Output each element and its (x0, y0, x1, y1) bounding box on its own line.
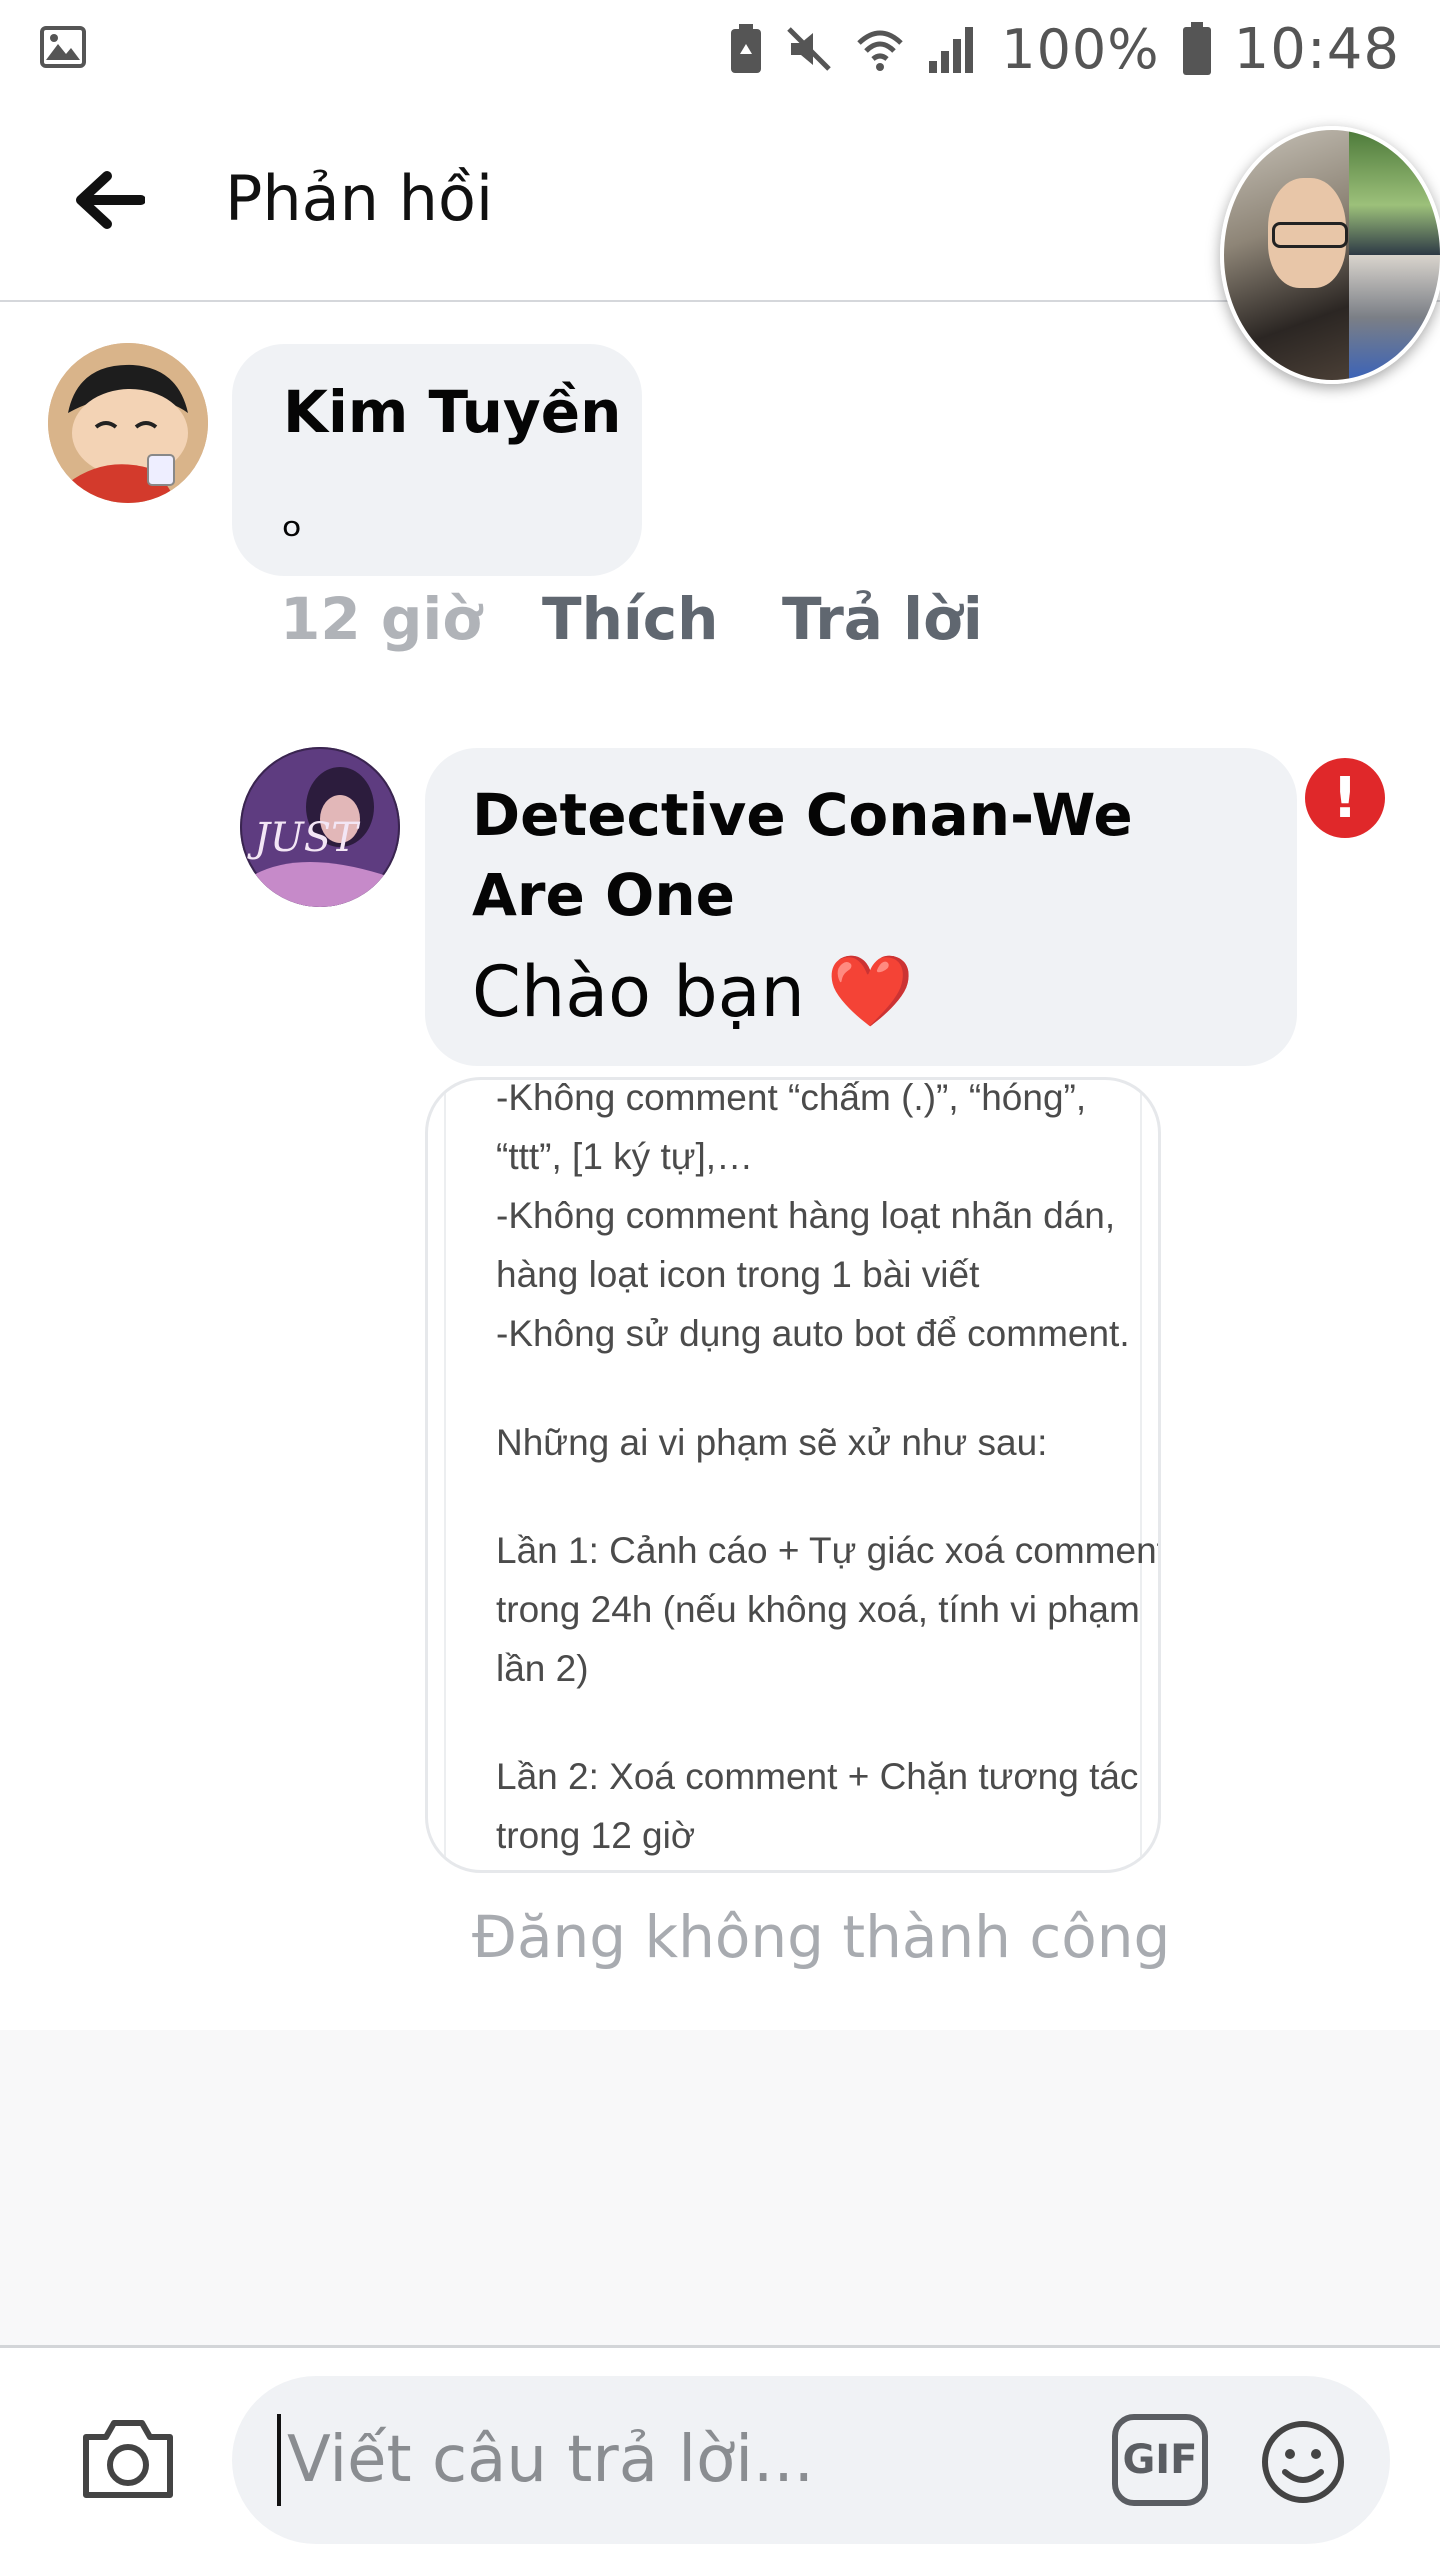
rule-line: “ttt”, [1 ký tự],… (496, 1136, 754, 1177)
page-title: Phản hồi (225, 162, 494, 235)
rule-line: Lần 1: Cảnh cáo + Tự giác xoá comment (496, 1530, 1161, 1571)
mute-icon (785, 25, 833, 73)
comment-text-body: Chào bạn (472, 950, 805, 1033)
comment-actions: 12 giờ Thích Trả lời (280, 585, 983, 653)
back-button[interactable] (70, 160, 150, 240)
comment-author[interactable]: Detective Conan-We Are One (472, 775, 1252, 935)
comment-author[interactable]: Kim Tuyền (283, 378, 621, 446)
attached-image[interactable]: -Không comment “chấm (.)”, “hóng”, “ttt”… (425, 1077, 1161, 1873)
status-icons: 100% 10:48 (729, 14, 1400, 84)
battery-saver-icon (729, 24, 763, 74)
comment-text: ₒ (282, 490, 303, 548)
chat-head-photo-main (1224, 130, 1350, 380)
comment-text: Chào bạn ❤️ (472, 950, 914, 1033)
svg-text:JUST: JUST (247, 815, 361, 861)
rule-line: -Không comment “chấm (.)”, “hóng”, (496, 1077, 1087, 1118)
comment-time: 12 giờ (280, 585, 483, 653)
battery-percent: 100% (1001, 17, 1160, 81)
attached-image-content: -Không comment “chấm (.)”, “hóng”, “ttt”… (444, 1077, 1158, 1870)
rule-line: Những ai vi phạm sẽ xử như sau: (496, 1422, 1048, 1463)
empty-area (0, 2030, 1440, 2345)
rule-line: -Không sử dụng auto bot để comment. (496, 1313, 1130, 1354)
reply-button[interactable]: Trả lời (782, 585, 983, 653)
rule-line: trong 12 giờ (496, 1815, 696, 1856)
battery-icon (1182, 22, 1212, 76)
smiley-icon (1262, 2421, 1344, 2503)
rule-line: -Không comment hàng loạt nhãn dán, (496, 1195, 1116, 1236)
avatar[interactable] (48, 343, 208, 503)
rule-line: trong 24h (nếu không xoá, tính vi phạm (496, 1589, 1140, 1630)
camera-icon (83, 2420, 173, 2498)
like-button[interactable]: Thích (542, 585, 782, 653)
error-icon[interactable]: ! (1305, 758, 1385, 838)
rule-line: hàng loạt icon trong 1 bài viết (496, 1254, 980, 1295)
post-failed-status[interactable]: Đăng không thành công (472, 1903, 1170, 1971)
avatar[interactable]: JUST (240, 747, 400, 907)
heart-emoji: ❤️ (826, 950, 915, 1032)
chat-head-avatar[interactable] (1220, 126, 1440, 384)
rule-line: Lần 2: Xoá comment + Chặn tương tác (496, 1756, 1139, 1797)
reply-input[interactable] (277, 2414, 1117, 2506)
reply-field: GIF (232, 2376, 1390, 2544)
status-bar: 100% 10:48 (0, 0, 1440, 100)
reply-composer: GIF (0, 2345, 1440, 2563)
wifi-icon (855, 25, 905, 73)
gif-button[interactable]: GIF (1112, 2414, 1208, 2506)
emoji-button[interactable] (1257, 2416, 1349, 2508)
rule-line: lần 2) (496, 1648, 589, 1689)
back-arrow-icon (76, 171, 145, 229)
signal-icon (927, 25, 979, 73)
image-icon (40, 26, 86, 68)
camera-button[interactable] (78, 2408, 178, 2508)
clock: 10:48 (1233, 16, 1400, 82)
